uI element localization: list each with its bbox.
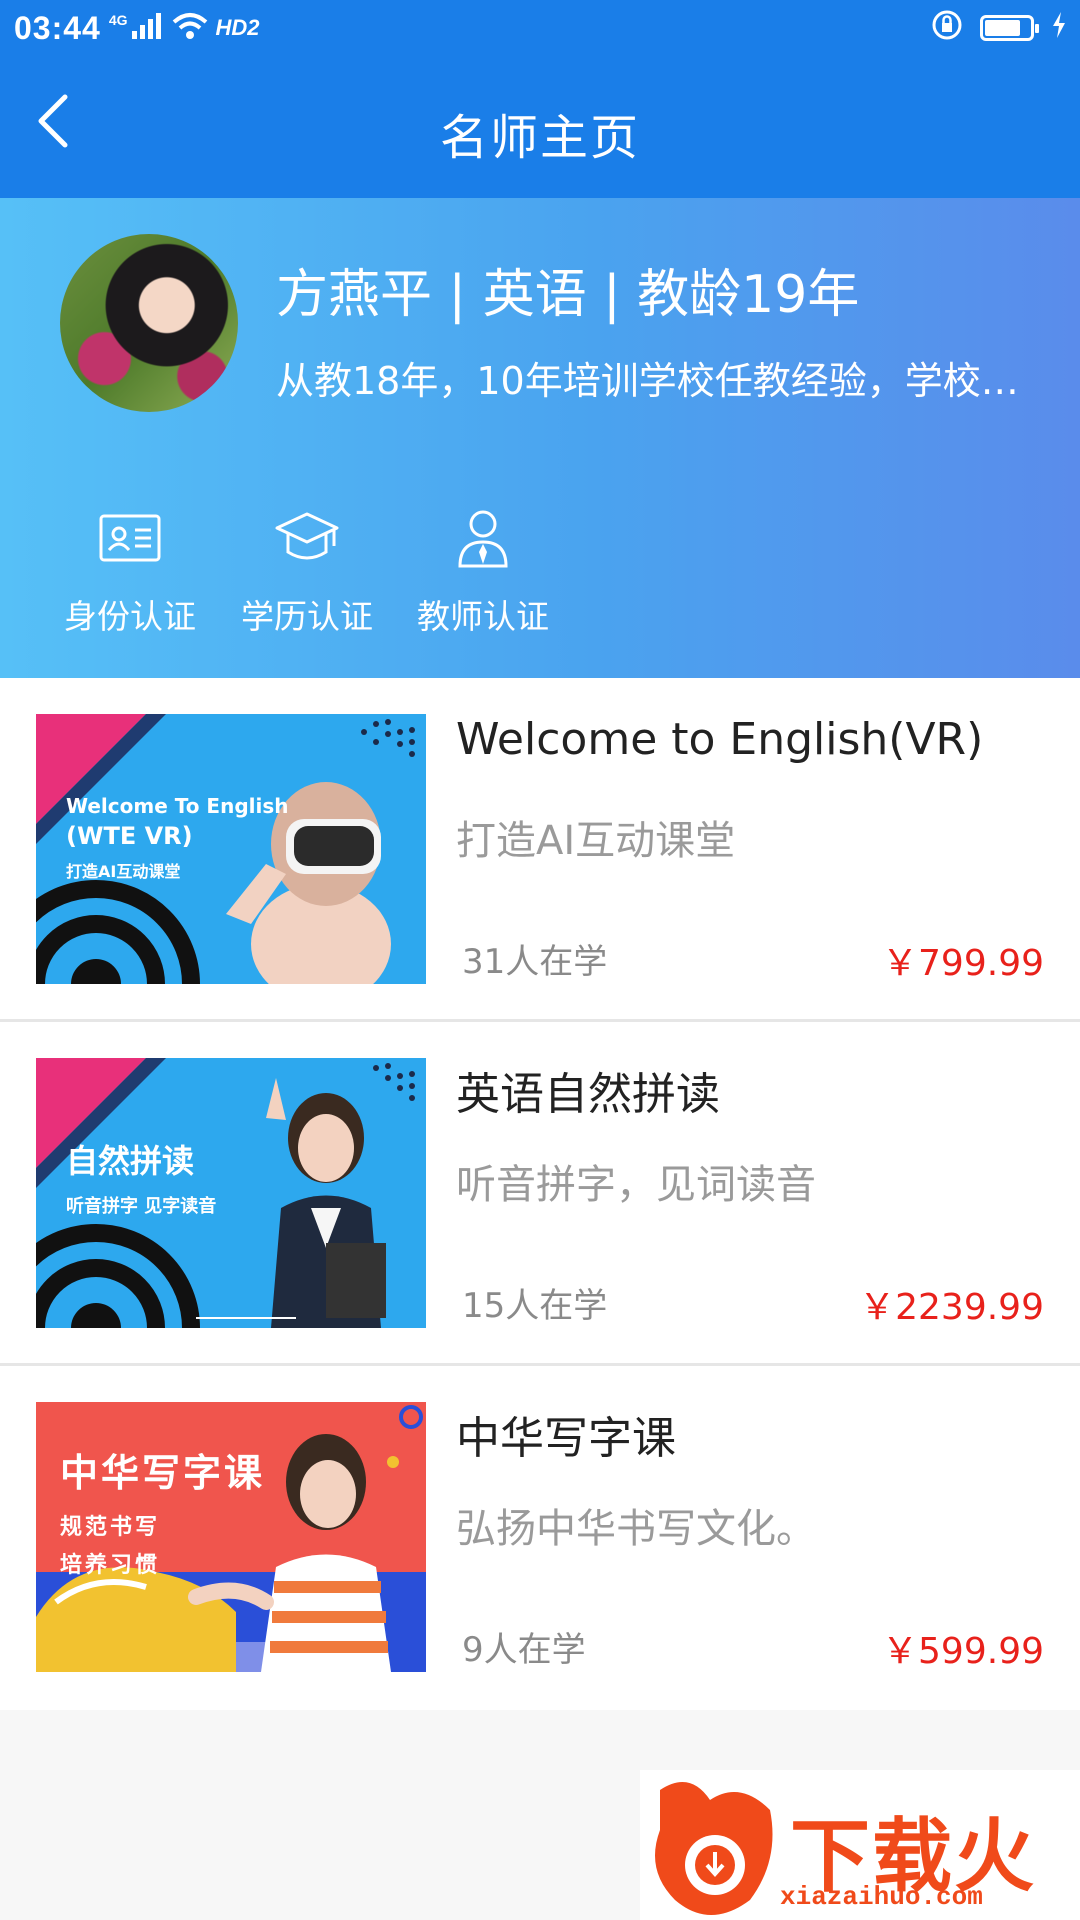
thumbnail-line: 规范书写	[60, 1515, 161, 1540]
thumbnail-line: 听音拼字 见字读音	[66, 1196, 217, 1217]
wifi-icon	[172, 12, 208, 45]
battery-icon	[980, 14, 1039, 41]
watermark: 下载火 xiazaihuo.com	[640, 1770, 1080, 1920]
graduation-cap-icon	[232, 506, 382, 570]
cert-education-label: 学历认证	[241, 597, 373, 636]
course-price: ￥599.99	[882, 1631, 1044, 1672]
learner-count: 15人在学	[462, 1286, 608, 1326]
thumbnail-caption: 自然拼读 听音拼字 见字读音	[66, 1136, 216, 1218]
course-subtitle: 听音拼字，见词读音	[456, 1162, 816, 1208]
course-item[interactable]: Welcome To English (WTE VR) 打造AI互动课堂 Wel…	[0, 678, 1080, 1022]
teacher-name: 方燕平 | 英语 | 教龄19年	[276, 265, 860, 325]
course-title: 英语自然拼读	[456, 1069, 720, 1120]
thumbnail-line: 培养习惯	[60, 1553, 161, 1578]
teacher-profile-header: 方燕平 | 英语 | 教龄19年 从教18年，10年培训学校任教经验，学校… 身…	[0, 198, 1080, 678]
learner-count: 9人在学	[462, 1630, 586, 1670]
thumbnail-caption: Welcome To English (WTE VR) 打造AI互动课堂	[66, 794, 289, 882]
course-thumbnail[interactable]: Welcome To English (WTE VR) 打造AI互动课堂	[36, 714, 426, 984]
thumbnail-line: (WTE VR)	[66, 822, 193, 850]
course-item[interactable]: 自然拼读 听音拼字 见字读音 英语自然拼读 听音拼字，见词读音 15人在学 ￥2…	[0, 1022, 1080, 1366]
nav-bar: 名师主页	[0, 56, 1080, 198]
course-title: Welcome to English(VR)	[456, 714, 984, 765]
cert-identity-label: 身份认证	[64, 597, 196, 636]
rotation-lock-icon	[932, 10, 962, 45]
flame-logo-icon	[655, 1782, 773, 1915]
course-item[interactable]: 中华写字课 规范书写 培养习惯 中华写字课 弘扬中华书写文化。 9人在学 ￥59…	[0, 1366, 1080, 1710]
thumbnail-line: 中华写字课	[60, 1451, 266, 1495]
hd-voice-label: HD2	[215, 15, 260, 40]
course-thumbnail[interactable]: 中华写字课 规范书写 培养习惯	[36, 1402, 426, 1672]
teacher-description[interactable]: 从教18年，10年培训学校任教经验，学校…	[276, 350, 1066, 405]
teacher-icon	[408, 506, 558, 570]
status-bar: 03:44 4G HD2	[0, 0, 1080, 56]
charging-icon	[1052, 12, 1066, 43]
course-list: Welcome To English (WTE VR) 打造AI互动课堂 Wel…	[0, 678, 1080, 1710]
course-title: 中华写字课	[456, 1413, 676, 1464]
status-time: 03:44	[14, 9, 101, 46]
thumbnail-line: 打造AI互动课堂	[66, 862, 181, 881]
thumbnail-caption: 中华写字课 规范书写 培养习惯	[60, 1442, 265, 1579]
course-subtitle: 弘扬中华书写文化。	[456, 1506, 816, 1552]
cert-teacher[interactable]: 教师认证	[408, 506, 558, 638]
cert-teacher-label: 教师认证	[417, 597, 549, 636]
cert-education[interactable]: 学历认证	[232, 506, 382, 638]
battery-level	[985, 19, 1021, 36]
course-thumbnail[interactable]: 自然拼读 听音拼字 见字读音	[36, 1058, 426, 1328]
course-price: ￥799.99	[882, 943, 1044, 984]
course-price: ￥2239.99	[859, 1287, 1044, 1328]
signal-icon	[131, 12, 162, 44]
thumbnail-line: 自然拼读	[66, 1142, 195, 1180]
course-subtitle: 打造AI互动课堂	[456, 818, 736, 864]
thumbnail-line: Welcome To English	[66, 794, 289, 818]
learner-count: 31人在学	[462, 942, 608, 982]
watermark-url: xiazaihuo.com	[780, 1882, 983, 1912]
teacher-avatar[interactable]	[60, 234, 238, 412]
network-type: 4G	[108, 12, 128, 28]
page-title: 名师主页	[439, 110, 640, 166]
id-card-icon	[55, 506, 205, 570]
cert-identity[interactable]: 身份认证	[55, 506, 205, 638]
